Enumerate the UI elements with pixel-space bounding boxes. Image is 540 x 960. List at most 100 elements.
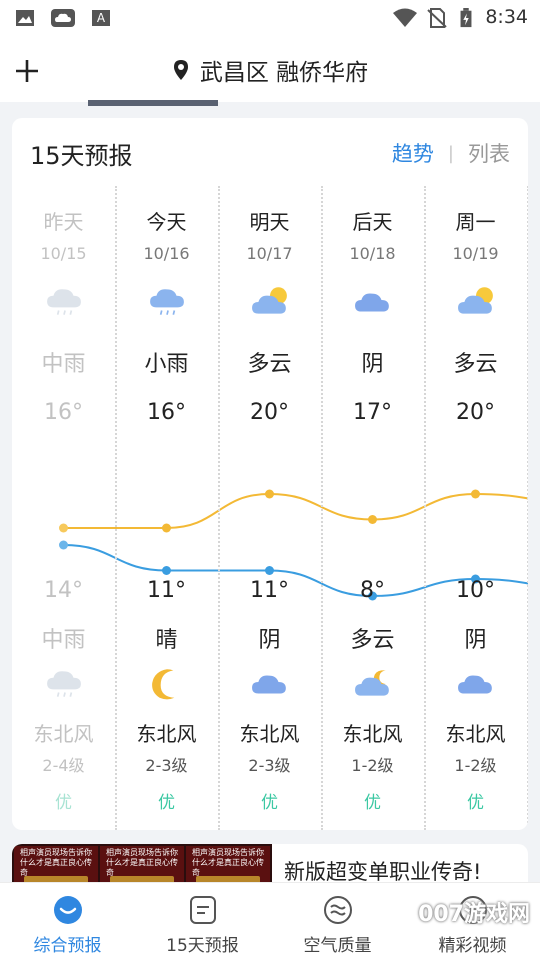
air-quality: 优	[467, 793, 484, 813]
tab-list[interactable]: 列表	[468, 138, 510, 168]
day-name: 昨天	[43, 210, 84, 234]
high-temp: 16°	[147, 400, 186, 425]
column-divider	[527, 186, 528, 830]
night-weather: 中雨	[41, 628, 86, 653]
column-divider	[218, 186, 220, 830]
air-quality: 优	[55, 793, 72, 813]
day-weather: 中雨	[41, 352, 86, 377]
wind-direction: 东北风	[239, 722, 300, 746]
cloud-rain-icon	[47, 671, 81, 697]
forecast-day-1[interactable]: 今天 10/16 小雨 16° 11° 晴 东北风 2-3级 优	[115, 186, 218, 830]
forecast-day-2[interactable]: 明天 10/17 多云 20° 11° 阴 东北风 2-3级 优	[218, 186, 321, 830]
column-divider	[321, 186, 323, 830]
toggle-separator: |	[447, 142, 454, 164]
wind-level: 2-3级	[248, 756, 291, 775]
cloud-icon	[458, 675, 492, 694]
cloud-icon	[252, 675, 286, 694]
low-temp: 14°	[44, 578, 83, 603]
watermark: 007游戏网	[418, 902, 530, 927]
night-weather: 多云	[350, 628, 395, 653]
low-temp: 10°	[456, 578, 495, 603]
image-icon	[16, 10, 34, 26]
forecast-title: 15天预报	[30, 142, 133, 170]
air-quality: 优	[158, 793, 175, 813]
cloud-home-icon	[54, 896, 82, 924]
day-name: 周一	[455, 210, 496, 234]
ad-image-caption: 相声演员现场告诉你 什么才是真正良心传奇	[20, 848, 92, 877]
cloud-icon	[355, 293, 389, 312]
calendar-list-icon	[190, 896, 216, 924]
air-quality: 优	[364, 793, 381, 813]
nav-label: 空气质量	[303, 936, 372, 956]
day-name: 今天	[146, 210, 187, 234]
nav-item-air-quality[interactable]: 空气质量	[270, 883, 405, 960]
wind-level: 1-2级	[351, 756, 394, 775]
forecast-card: 15天预报 趋势 | 列表 昨天 10/15 中雨 16° 14° 中雨 东北风…	[12, 118, 528, 830]
night-weather: 阴	[258, 628, 281, 653]
app-header: 武昌区 融侨华府	[0, 38, 540, 102]
wind-level: 2-4级	[42, 756, 85, 775]
day-weather: 小雨	[144, 352, 189, 377]
day-date: 10/17	[246, 244, 293, 263]
nav-label: 综合预报	[33, 936, 102, 956]
cloud-app-icon	[51, 9, 75, 27]
ad-image-caption: 相声演员现场告诉你 什么才是真正良心传奇	[192, 848, 264, 877]
status-bar: A 8:34	[0, 0, 540, 38]
high-temp: 17°	[353, 400, 392, 425]
low-temp: 8°	[360, 578, 385, 603]
day-date: 10/16	[143, 244, 190, 263]
forecast-days[interactable]: 昨天 10/15 中雨 16° 14° 中雨 东北风 2-4级 优 今天 10/…	[12, 186, 528, 830]
day-name: 后天	[352, 210, 393, 234]
wind-direction: 东北风	[136, 722, 197, 746]
day-date: 10/15	[40, 244, 87, 263]
forecast-day-3[interactable]: 后天 10/18 阴 17° 8° 多云 东北风 1-2级 优	[321, 186, 424, 830]
add-city-button[interactable]	[14, 52, 44, 86]
wind-direction: 东北风	[445, 722, 506, 746]
no-sim-icon	[427, 8, 447, 28]
high-temp: 16°	[44, 400, 83, 425]
font-app-icon: A	[92, 10, 110, 26]
wifi-icon	[393, 8, 417, 27]
low-temp: 11°	[250, 578, 289, 603]
forecast-day-0[interactable]: 昨天 10/15 中雨 16° 14° 中雨 东北风 2-4级 优	[12, 186, 115, 830]
day-name: 明天	[249, 210, 290, 234]
partly-cloudy-icon	[458, 287, 493, 314]
battery-charging-icon	[460, 8, 472, 28]
air-quality: 优	[261, 793, 278, 813]
day-date: 10/19	[452, 244, 499, 263]
moon-icon	[152, 669, 175, 700]
night-weather: 晴	[155, 628, 178, 653]
wind-circle-icon	[324, 896, 352, 924]
svg-text:A: A	[97, 11, 106, 25]
forecast-day-4[interactable]: 周一 10/19 多云 20° 10° 阴 东北风 1-2级 优	[424, 186, 527, 830]
day-weather: 多云	[453, 352, 498, 377]
cloud-rain-icon	[47, 289, 81, 315]
cloud-rain-icon	[150, 289, 184, 315]
high-temp: 20°	[250, 400, 289, 425]
nav-item-15day[interactable]: 15天预报	[135, 883, 270, 960]
tab-trend[interactable]: 趋势	[392, 138, 434, 168]
plus-icon	[16, 60, 38, 82]
ad-image-caption: 相声演员现场告诉你 什么才是真正良心传奇	[106, 848, 178, 877]
location-name: 武昌区 融侨华府	[199, 60, 369, 86]
column-divider	[424, 186, 426, 830]
partly-cloudy-icon	[252, 287, 287, 314]
nav-item-overview[interactable]: 综合预报	[0, 883, 135, 960]
location-selector[interactable]: 武昌区 融侨华府	[0, 38, 540, 102]
high-temp: 20°	[456, 400, 495, 425]
day-weather: 阴	[361, 352, 384, 377]
wind-level: 2-3级	[145, 756, 188, 775]
day-weather: 多云	[247, 352, 292, 377]
view-toggle: 趋势 | 列表	[392, 138, 510, 168]
banner-edge	[88, 100, 218, 106]
night-weather: 阴	[464, 628, 487, 653]
wind-direction: 东北风	[33, 722, 94, 746]
day-date: 10/18	[349, 244, 396, 263]
wind-level: 1-2级	[454, 756, 497, 775]
wind-direction: 东北风	[342, 722, 403, 746]
status-time: 8:34	[485, 6, 528, 28]
low-temp: 11°	[147, 578, 186, 603]
cloudy-night-icon	[355, 670, 389, 696]
location-pin-icon	[173, 60, 188, 80]
nav-label: 精彩视频	[438, 936, 507, 956]
